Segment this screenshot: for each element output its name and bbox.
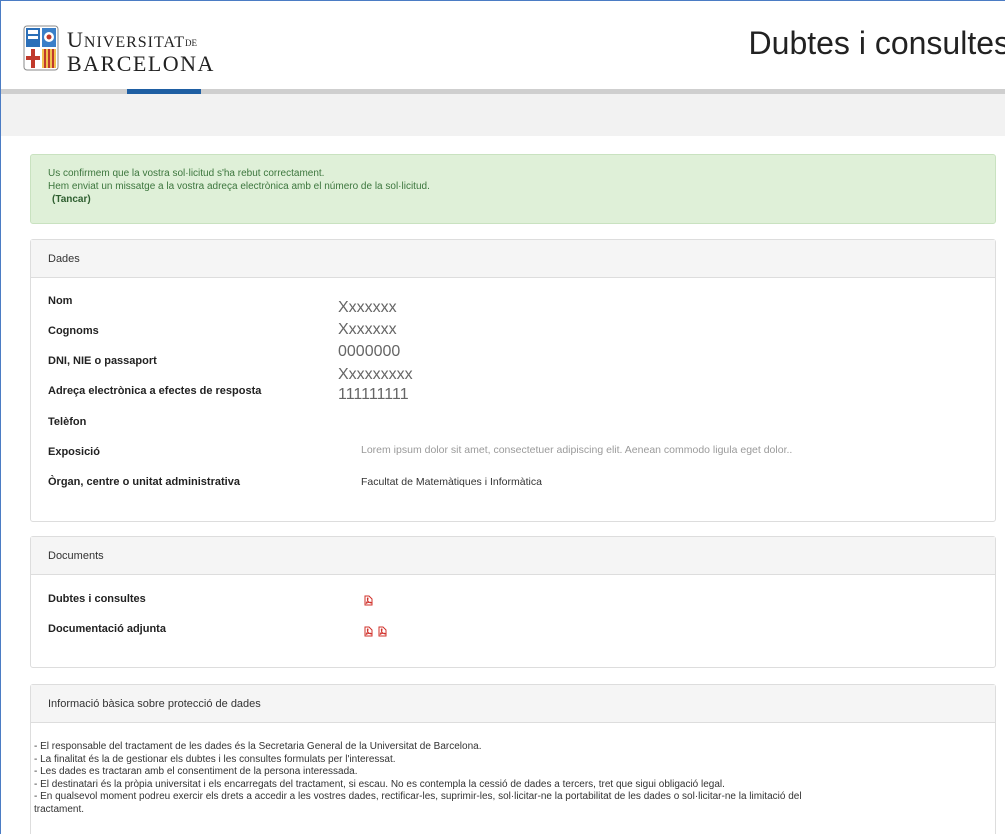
header: UNIVERSITATDE BARCELONA Dubtes i consult… [1,1,1005,89]
proteccio-line: - Les dades es tractaran amb el consenti… [34,766,358,777]
field-label-nom: Nom [48,295,73,307]
panel-documents: Documents Dubtes i consultes Documentaci… [30,536,996,668]
panel-documents-heading: Documents [31,537,995,575]
close-alert-link[interactable]: (Tancar) [48,194,91,205]
page-title: Dubtes i consultes [748,25,1005,61]
field-label-cognoms: Cognoms [48,325,99,337]
sub-navigation-bar [1,94,1005,136]
field-label-telefon: Telèfon [48,416,87,428]
university-logo[interactable]: UNIVERSITATDE BARCELONA [23,25,233,76]
pdf-icon[interactable] [377,626,387,637]
panel-dades: Dades Nom Cognoms DNI, NIE o passaport A… [30,239,996,522]
field-label-organ: Òrgan, centre o unitat administrativa [48,476,240,488]
pdf-icon[interactable] [363,626,373,637]
field-value-email: Xxxxxxxxx [338,366,413,383]
logo-text-line1: UNIVERSITATDE [67,27,198,52]
field-value-organ: Facultat de Matemàtiques i Informàtica [361,476,542,488]
panel-proteccio-dades: Informació bàsica sobre protecció de dad… [30,684,996,834]
success-alert: Us confirmem que la vostra sol·licitud s… [30,154,996,224]
panel-proteccio-heading: Informació bàsica sobre protecció de dad… [31,685,995,723]
field-value-cognoms: Xxxxxxx [338,321,397,338]
field-value-nom: Xxxxxxx [338,299,397,316]
proteccio-text: - El responsable del tractament de les d… [34,741,975,816]
proteccio-line: - La finalitat és la de gestionar els du… [34,753,396,765]
proteccio-line: - El responsable del tractament de les d… [34,741,482,752]
alert-line1: Us confirmem que la vostra sol·licitud s… [48,168,325,179]
document-label-dubtes: Dubtes i consultes [48,593,146,605]
proteccio-line: - El destinatari és la pròpia universita… [34,778,725,790]
field-label-email: Adreça electrònica a efectes de resposta [48,385,262,397]
field-value-exposicio: Lorem ipsum dolor sit amet, consectetuer… [361,444,793,456]
proteccio-line: tractament. [34,803,85,815]
proteccio-line: - En qualsevol moment podreu exercir els… [34,791,802,802]
field-label-dni: DNI, NIE o passaport [48,355,157,367]
university-shield-icon [23,25,59,71]
page: UNIVERSITATDE BARCELONA Dubtes i consult… [0,0,1005,834]
logo-text-line2: BARCELONA [67,51,215,76]
alert-line2: Hem enviat un missatge a la vostra adreç… [48,181,430,192]
document-label-adjunta: Documentació adjunta [48,623,166,635]
field-value-telefon: 111111111 [338,386,409,403]
pdf-icon[interactable] [363,595,373,606]
field-label-exposicio: Exposició [48,446,100,458]
field-value-dni: 0000000 [338,343,401,360]
panel-dades-heading: Dades [31,240,995,278]
